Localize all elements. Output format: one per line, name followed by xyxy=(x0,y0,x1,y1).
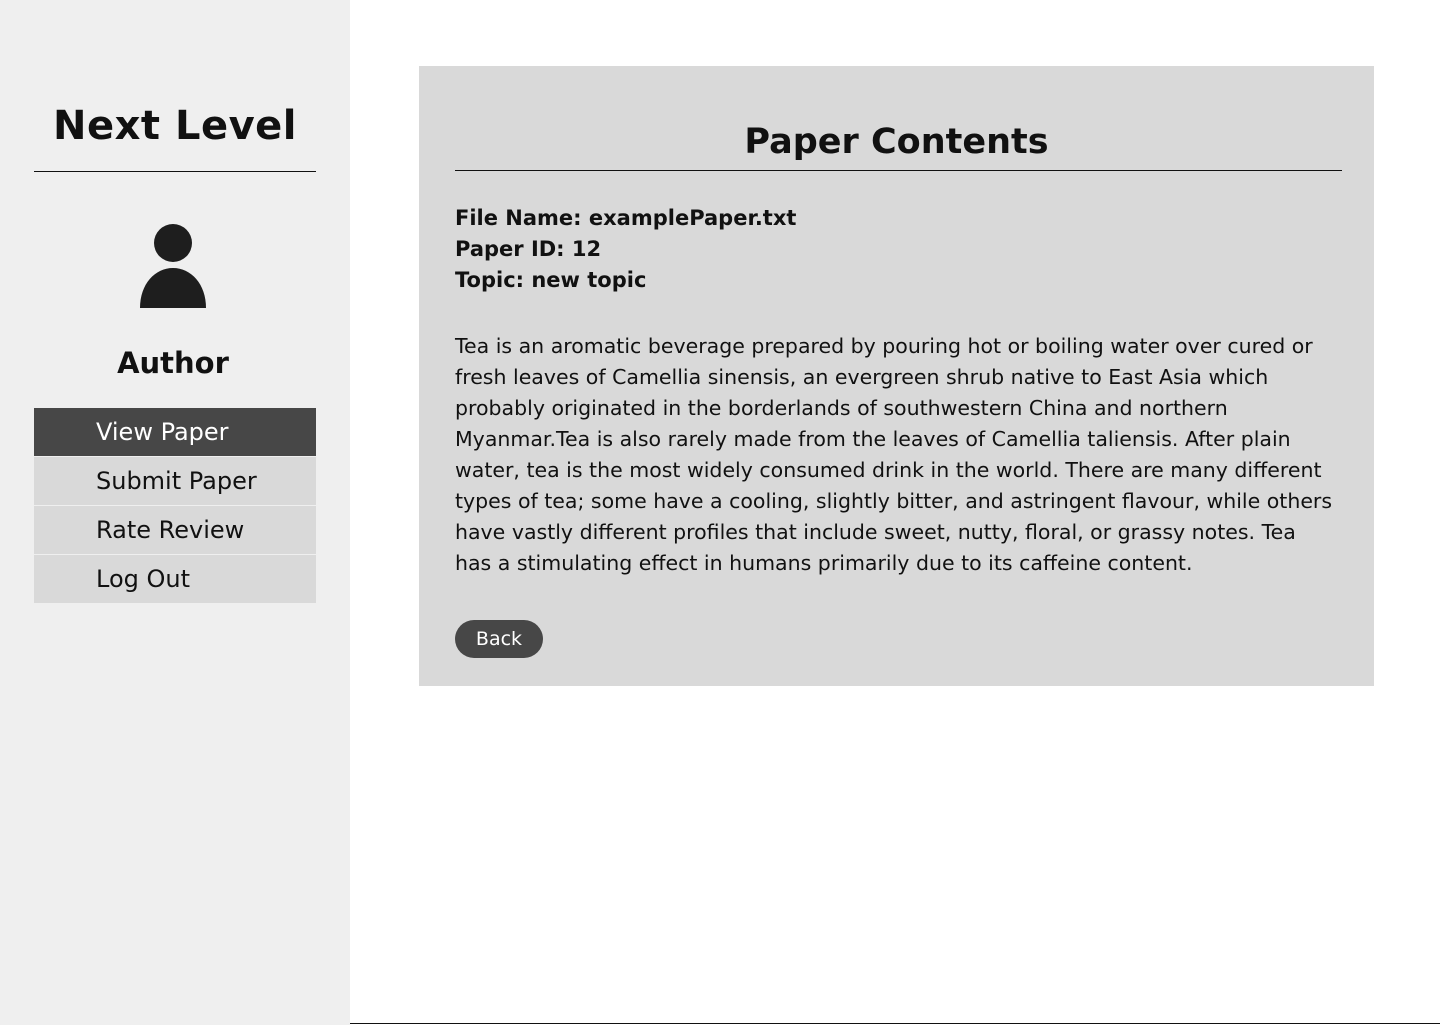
file-name: File Name: examplePaper.txt xyxy=(455,206,797,230)
paper-topic: Topic: new topic xyxy=(455,268,647,292)
back-button-label: Back xyxy=(475,628,523,650)
brand-title: Next Level xyxy=(53,103,297,149)
user-role: Author xyxy=(117,346,229,380)
footer-divider xyxy=(350,1023,1440,1024)
sidebar-item-label: Rate Review xyxy=(96,516,245,544)
page-title: Paper Contents xyxy=(744,122,1049,162)
paper-contents-panel: Paper Contents File Name: examplePaper.t… xyxy=(419,66,1374,686)
sidebar-item-label: Log Out xyxy=(96,565,191,593)
sidebar-item-label: Submit Paper xyxy=(96,467,257,495)
sidebar-item-submit-paper[interactable]: Submit Paper xyxy=(34,457,316,505)
paper-metadata: File Name: examplePaper.txt Paper ID: 12… xyxy=(455,203,796,296)
sidebar-nav: View Paper Submit Paper Rate Review Log … xyxy=(34,408,316,604)
back-button[interactable]: Back xyxy=(455,620,543,658)
brand-divider xyxy=(34,171,316,172)
title-divider xyxy=(455,170,1342,171)
paper-id: Paper ID: 12 xyxy=(455,237,602,261)
sidebar-item-log-out[interactable]: Log Out xyxy=(34,555,316,603)
user-icon xyxy=(140,224,206,308)
sidebar-item-view-paper[interactable]: View Paper xyxy=(34,408,316,456)
sidebar-item-rate-review[interactable]: Rate Review xyxy=(34,506,316,554)
sidebar: Next Level Author View Paper Submit Pape… xyxy=(0,0,350,1025)
sidebar-item-label: View Paper xyxy=(96,418,229,446)
paper-body: Tea is an aromatic beverage prepared by … xyxy=(455,334,1333,575)
